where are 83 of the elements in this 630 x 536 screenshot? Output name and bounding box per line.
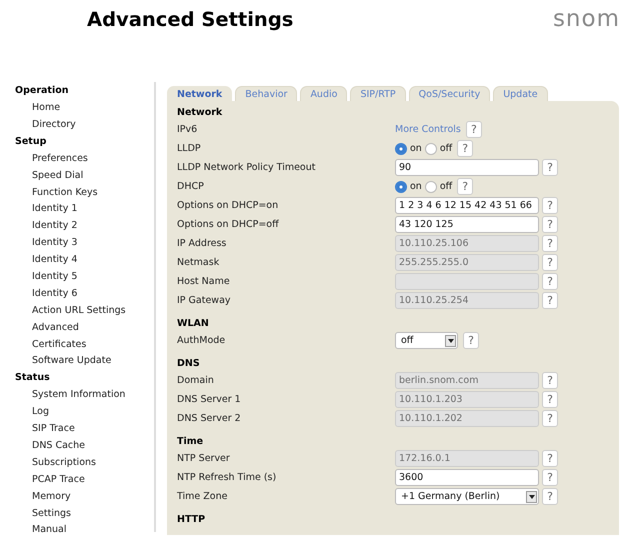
settings-tab[interactable]: QoS/Security — [408, 86, 490, 101]
text-field[interactable]: 43 120 125 — [395, 216, 539, 233]
sidebar-link[interactable]: Directory — [15, 116, 154, 133]
radio-label: off — [440, 143, 452, 154]
sidebar-link[interactable]: Home — [15, 99, 154, 116]
sidebar-link[interactable]: Identity 4 — [15, 251, 154, 268]
field-label: DNS Server 1 — [177, 394, 242, 405]
sidebar-link[interactable]: SIP Trace — [15, 420, 154, 438]
help-button[interactable]: ? — [457, 140, 474, 157]
section-heading: Time — [177, 435, 204, 449]
radio-button[interactable] — [424, 142, 437, 154]
text-field[interactable]: 1 2 3 4 6 12 15 42 43 51 66 — [395, 197, 539, 214]
sidebar-link[interactable]: Advanced — [15, 318, 154, 336]
sidebar-heading: Operation — [15, 84, 70, 98]
sidebar-link[interactable]: DNS Cache — [15, 437, 154, 454]
section-heading: HTTP — [177, 513, 206, 527]
page-title: Advanced Settings — [87, 8, 294, 30]
help-button[interactable]: ? — [542, 159, 558, 176]
dropdown[interactable]: off — [395, 332, 458, 349]
help-button[interactable]: ? — [542, 488, 558, 505]
settings-tab[interactable]: SIP/RTP — [350, 86, 406, 101]
sidebar-link[interactable]: Identity 6 — [15, 284, 154, 302]
radio-button[interactable] — [424, 180, 437, 192]
field-label: DHCP — [177, 181, 205, 192]
sidebar-link[interactable]: Certificates — [15, 336, 154, 352]
help-button[interactable]: ? — [457, 178, 474, 195]
field-label: IP Address — [177, 238, 228, 249]
sidebar-link[interactable]: Identity 1 — [15, 200, 154, 218]
field-label: Domain — [177, 375, 215, 386]
radio-button[interactable] — [395, 180, 407, 192]
radio-label: on — [410, 143, 422, 154]
field-label: Options on DHCP=off — [177, 219, 280, 230]
radio-label: off — [440, 181, 452, 192]
settings-tab[interactable]: Behavior — [235, 86, 298, 101]
field-label: Time Zone — [177, 491, 228, 502]
settings-tab[interactable]: Audio — [300, 86, 348, 101]
sidebar-link[interactable]: Settings — [15, 504, 154, 522]
help-button[interactable]: ? — [542, 469, 558, 486]
sidebar-link[interactable]: Log — [15, 403, 154, 420]
radio-button[interactable] — [395, 142, 407, 154]
settings-tab[interactable]: Update — [493, 86, 548, 101]
field-label: NTP Refresh Time (s) — [177, 472, 278, 483]
help-button[interactable]: ? — [463, 332, 479, 349]
text-field[interactable]: 3600 — [395, 469, 539, 486]
sidebar-link[interactable]: Subscriptions — [15, 454, 154, 471]
sidebar-link[interactable]: Function Keys — [15, 184, 154, 200]
caret-icon — [528, 494, 534, 498]
sidebar-link[interactable]: Identity 5 — [15, 268, 154, 285]
field-label: IPv6 — [177, 124, 198, 135]
sidebar-heading: Setup — [15, 134, 48, 149]
help-button[interactable]: ? — [542, 216, 558, 233]
section-heading: Network — [177, 106, 224, 120]
field-label: Host Name — [177, 276, 231, 287]
section-heading: DNS — [177, 357, 201, 371]
sidebar-link[interactable]: System Information — [15, 386, 154, 404]
more-controls-link[interactable]: More Controls — [395, 124, 461, 135]
sidebar-link[interactable]: Identity 3 — [15, 234, 154, 252]
section-heading: WLAN — [177, 317, 210, 331]
radio-label: on — [410, 181, 422, 192]
text-field[interactable]: 90 — [395, 159, 539, 176]
sidebar-link[interactable]: Memory — [15, 488, 154, 505]
field-label: AuthMode — [177, 335, 226, 346]
brand-logo: snom — [552, 6, 620, 32]
sidebar-link[interactable]: PCAP Trace — [15, 470, 154, 488]
sidebar-link[interactable]: Action URL Settings — [15, 302, 154, 319]
sidebar-link[interactable]: Speed Dial — [15, 166, 154, 184]
field-label: Netmask — [177, 257, 220, 268]
field-label: IP Gateway — [177, 295, 232, 306]
settings-tab[interactable]: Network — [167, 86, 232, 101]
field-label: DNS Server 2 — [177, 413, 242, 424]
sidebar-link[interactable]: Manual — [15, 521, 154, 536]
field-label: LLDP — [177, 143, 202, 154]
field-label: LLDP Network Policy Timeout — [177, 162, 316, 173]
field-label: Options on DHCP=on — [177, 200, 280, 211]
sidebar-link[interactable]: Software Update — [15, 352, 154, 370]
caret-icon — [448, 338, 454, 342]
help-button[interactable]: ? — [466, 121, 482, 138]
field-label: NTP Server — [177, 453, 231, 464]
sidebar-heading: Status — [15, 371, 51, 386]
sidebar-link[interactable]: Identity 2 — [15, 217, 154, 234]
dropdown[interactable]: +1 Germany (Berlin) — [395, 488, 539, 505]
sidebar-link[interactable]: Preferences — [15, 150, 154, 167]
help-button[interactable]: ? — [542, 197, 558, 214]
